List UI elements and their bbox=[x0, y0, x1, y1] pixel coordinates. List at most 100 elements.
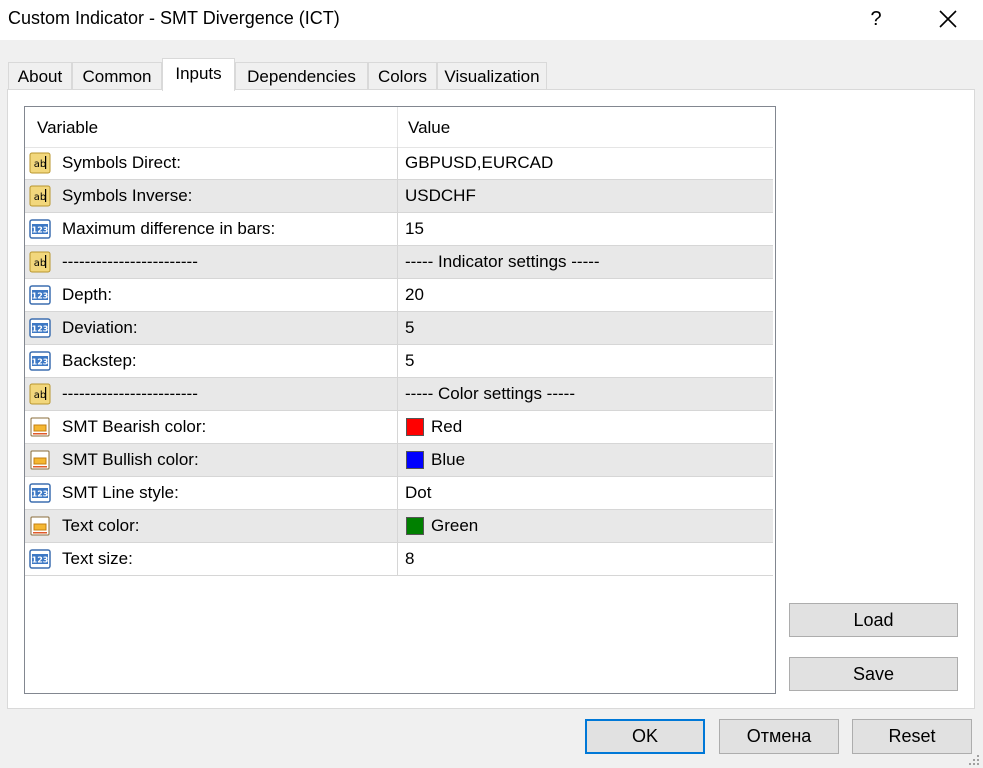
value-cell[interactable]: 8 bbox=[398, 543, 773, 575]
load-button[interactable]: Load bbox=[789, 603, 958, 637]
color-type-icon bbox=[29, 416, 51, 438]
ok-button[interactable]: OK bbox=[585, 719, 705, 754]
table-row[interactable]: 123 Deviation: 5 bbox=[25, 312, 773, 345]
variable-value: Green bbox=[431, 516, 479, 535]
variable-name: Symbols Inverse: bbox=[62, 186, 193, 205]
column-header-variable[interactable]: Variable bbox=[25, 107, 398, 147]
variable-value: Dot bbox=[405, 483, 432, 502]
save-button[interactable]: Save bbox=[789, 657, 958, 691]
variable-cell: SMT Bearish color: bbox=[25, 411, 398, 443]
svg-text:123: 123 bbox=[32, 490, 49, 499]
color-type-icon bbox=[29, 515, 51, 537]
tab-common[interactable]: Common bbox=[72, 62, 162, 89]
value-cell[interactable]: Dot bbox=[398, 477, 773, 509]
variable-name: Symbols Direct: bbox=[62, 153, 182, 172]
cancel-button[interactable]: Отмена bbox=[719, 719, 839, 754]
variable-value: 8 bbox=[405, 549, 415, 568]
variable-cell: ab ------------------------ bbox=[25, 246, 398, 278]
svg-text:123: 123 bbox=[32, 226, 49, 235]
color-swatch bbox=[406, 451, 424, 469]
string-type-icon: ab bbox=[29, 152, 51, 174]
variable-name: ------------------------ bbox=[62, 384, 198, 403]
variable-name: SMT Line style: bbox=[62, 483, 179, 502]
grid-header: Variable Value bbox=[25, 107, 773, 148]
variable-value: 20 bbox=[405, 285, 424, 304]
table-row[interactable]: 123 SMT Line style: Dot bbox=[25, 477, 773, 510]
variable-value: USDCHF bbox=[405, 186, 476, 205]
svg-text:123: 123 bbox=[32, 325, 49, 334]
variable-value: Red bbox=[431, 417, 463, 436]
integer-type-icon: 123 bbox=[29, 548, 51, 570]
variable-name: Text size: bbox=[62, 549, 133, 568]
close-button[interactable] bbox=[930, 2, 966, 36]
variable-name: ------------------------ bbox=[62, 252, 198, 271]
table-row[interactable]: SMT Bullish color: Blue bbox=[25, 444, 773, 477]
table-row[interactable]: ab Symbols Direct: GBPUSD,EURCAD bbox=[25, 147, 773, 180]
color-type-icon bbox=[29, 449, 51, 471]
variable-cell: ab ------------------------ bbox=[25, 378, 398, 410]
value-cell[interactable]: USDCHF bbox=[398, 180, 773, 212]
variable-value: 5 bbox=[405, 318, 415, 337]
value-cell[interactable]: Blue bbox=[398, 444, 773, 476]
table-row[interactable]: 123 Backstep: 5 bbox=[25, 345, 773, 378]
table-row[interactable]: ab ------------------------ ----- Color se… bbox=[25, 378, 773, 411]
variable-cell: 123 Text size: bbox=[25, 543, 398, 575]
table-row[interactable]: 123 Depth: 20 bbox=[25, 279, 773, 312]
resize-grip-icon[interactable] bbox=[966, 752, 980, 766]
variable-value: ----- Indicator settings ----- bbox=[405, 252, 600, 271]
svg-text:123: 123 bbox=[32, 292, 49, 301]
reset-button[interactable]: Reset bbox=[852, 719, 972, 754]
svg-text:123: 123 bbox=[32, 556, 49, 565]
tab-colors[interactable]: Colors bbox=[368, 62, 437, 89]
value-cell[interactable]: GBPUSD,EURCAD bbox=[398, 147, 773, 179]
variable-cell: 123 Maximum difference in bars: bbox=[25, 213, 398, 245]
variable-name: Depth: bbox=[62, 285, 113, 304]
value-cell[interactable]: 5 bbox=[398, 345, 773, 377]
value-cell[interactable]: 15 bbox=[398, 213, 773, 245]
tab-inputs[interactable]: Inputs bbox=[162, 58, 235, 91]
help-button[interactable]: ? bbox=[860, 2, 892, 36]
variable-cell: ab Symbols Inverse: bbox=[25, 180, 398, 212]
variable-cell: 123 Depth: bbox=[25, 279, 398, 311]
table-row[interactable]: SMT Bearish color: Red bbox=[25, 411, 773, 444]
close-icon bbox=[939, 10, 957, 28]
variable-name: Backstep: bbox=[62, 351, 137, 370]
table-row[interactable]: ab Symbols Inverse: USDCHF bbox=[25, 180, 773, 213]
variable-value: ----- Color settings ----- bbox=[405, 384, 575, 403]
column-header-value[interactable]: Value bbox=[398, 107, 773, 147]
svg-text:ab: ab bbox=[34, 390, 46, 401]
integer-type-icon: 123 bbox=[29, 482, 51, 504]
table-row[interactable]: 123 Maximum difference in bars: 15 bbox=[25, 213, 773, 246]
variable-cell: 123 Backstep: bbox=[25, 345, 398, 377]
tab-visualization[interactable]: Visualization bbox=[437, 62, 547, 89]
table-row[interactable]: 123 Text size: 8 bbox=[25, 543, 773, 576]
tab-about[interactable]: About bbox=[8, 62, 72, 89]
value-cell[interactable]: ----- Indicator settings ----- bbox=[398, 246, 773, 278]
variable-name: Text color: bbox=[62, 516, 140, 535]
integer-type-icon: 123 bbox=[29, 317, 51, 339]
title-bar: Custom Indicator - SMT Divergence (ICT) … bbox=[0, 0, 983, 40]
value-cell[interactable]: ----- Color settings ----- bbox=[398, 378, 773, 410]
tab-dependencies[interactable]: Dependencies bbox=[235, 62, 368, 89]
value-cell[interactable]: 5 bbox=[398, 312, 773, 344]
integer-type-icon: 123 bbox=[29, 350, 51, 372]
string-type-icon: ab bbox=[29, 185, 51, 207]
variable-name: SMT Bearish color: bbox=[62, 417, 207, 436]
window-title: Custom Indicator - SMT Divergence (ICT) bbox=[8, 8, 340, 28]
integer-type-icon: 123 bbox=[29, 218, 51, 240]
table-row[interactable]: ab ------------------------ ----- Indicato… bbox=[25, 246, 773, 279]
string-type-icon: ab bbox=[29, 383, 51, 405]
variable-name: Maximum difference in bars: bbox=[62, 219, 276, 238]
value-cell[interactable]: 20 bbox=[398, 279, 773, 311]
svg-text:ab: ab bbox=[34, 159, 46, 170]
variable-cell: SMT Bullish color: bbox=[25, 444, 398, 476]
inputs-grid: Variable Value ab Symbols Direct: GBPUSD,E… bbox=[24, 106, 776, 694]
variable-value: Blue bbox=[431, 450, 466, 469]
variable-cell: ab Symbols Direct: bbox=[25, 147, 398, 179]
value-cell[interactable]: Red bbox=[398, 411, 773, 443]
variable-name: SMT Bullish color: bbox=[62, 450, 199, 469]
string-type-icon: ab bbox=[29, 251, 51, 273]
table-row[interactable]: Text color: Green bbox=[25, 510, 773, 543]
svg-text:ab: ab bbox=[34, 258, 46, 269]
value-cell[interactable]: Green bbox=[398, 510, 773, 542]
